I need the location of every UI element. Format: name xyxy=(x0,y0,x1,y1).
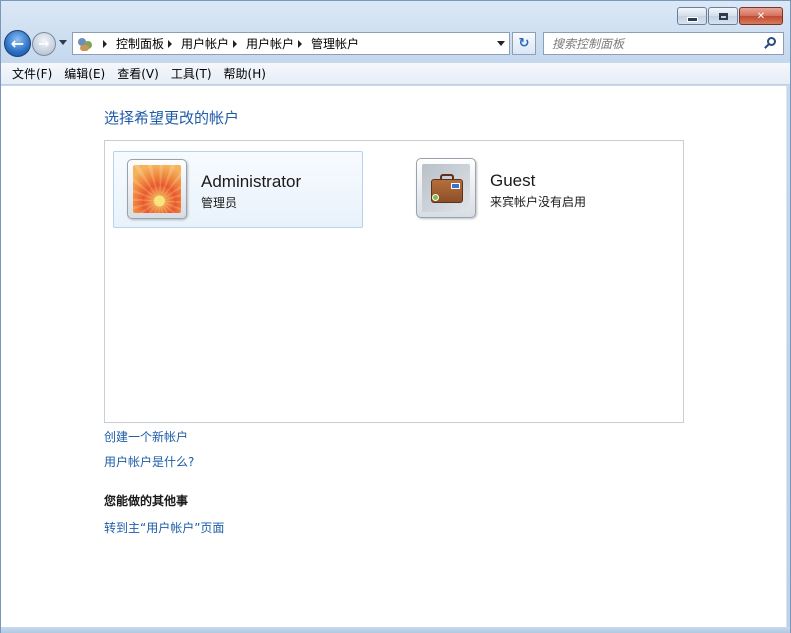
menu-view[interactable]: 查看(V) xyxy=(111,63,165,85)
breadcrumb-user-accounts-2[interactable]: 用户帐户 xyxy=(246,35,294,52)
forward-arrow-icon: → xyxy=(38,36,50,52)
breadcrumb-control-panel[interactable]: 控制面板 xyxy=(116,35,164,52)
address-dropdown-icon[interactable] xyxy=(497,41,505,46)
menu-edit[interactable]: 编辑(E) xyxy=(58,63,111,85)
breadcrumb-item[interactable]: 控制面板 xyxy=(99,35,164,52)
menu-bar: 文件(F) 编辑(E) 查看(V) 工具(T) 帮助(H) xyxy=(1,63,790,85)
maximize-button[interactable] xyxy=(708,7,738,25)
user-accounts-icon xyxy=(77,36,93,52)
account-picture xyxy=(127,159,187,219)
accounts-panel: Administrator 管理员 Guest 来宾帐户没有启用 xyxy=(104,140,684,423)
maximize-icon xyxy=(718,12,728,20)
main-user-accounts-link[interactable]: 转到主“用户帐户”页面 xyxy=(104,519,224,536)
search-input[interactable] xyxy=(552,36,752,51)
other-tasks-heading: 您能做的其他事 xyxy=(104,494,189,508)
back-arrow-icon: ← xyxy=(10,34,25,53)
close-button[interactable]: ✕ xyxy=(739,7,783,25)
breadcrumb-user-accounts[interactable]: 用户帐户 xyxy=(181,35,229,52)
menu-file[interactable]: 文件(F) xyxy=(6,63,58,85)
what-is-account-link[interactable]: 用户帐户是什么? xyxy=(104,453,194,470)
address-bar[interactable]: 控制面板 用户帐户 用户帐户 管理帐户 xyxy=(72,32,510,55)
refresh-button[interactable]: ↻ xyxy=(512,32,536,55)
menu-help[interactable]: 帮助(H) xyxy=(218,63,272,85)
account-role: 来宾帐户没有启用 xyxy=(490,195,587,209)
forward-button[interactable]: → xyxy=(32,32,56,56)
minimize-button[interactable] xyxy=(677,7,707,25)
search-icon[interactable] xyxy=(764,37,777,50)
account-tile-administrator[interactable]: Administrator 管理员 xyxy=(113,151,363,228)
back-button[interactable]: ← xyxy=(4,30,31,57)
window-bottom-border xyxy=(1,627,790,633)
breadcrumb-manage-accounts[interactable]: 管理帐户 xyxy=(311,35,359,52)
create-account-link[interactable]: 创建一个新帐户 xyxy=(104,428,188,445)
account-role: 管理员 xyxy=(201,196,238,210)
page-title: 选择希望更改的帐户 xyxy=(104,109,240,127)
search-box[interactable] xyxy=(543,32,784,55)
navigation-bar: ← → 控制面板 用户帐户 用户帐户 管理帐户 ↻ 搜索控制面板 xyxy=(1,29,790,59)
control-panel-window: ✕ ← → 控制面板 用户帐户 用户帐户 管理帐户 ↻ 搜索控制面板 文件(F)… xyxy=(0,0,791,633)
briefcase-picture-icon xyxy=(422,164,470,212)
minimize-icon xyxy=(686,16,698,22)
breadcrumb-item[interactable]: 管理帐户 xyxy=(294,35,359,52)
account-name: Administrator xyxy=(201,172,302,191)
caption-buttons: ✕ xyxy=(677,7,783,25)
account-name: Guest xyxy=(490,171,536,190)
breadcrumb-separator-icon[interactable] xyxy=(103,39,107,48)
menu-tools[interactable]: 工具(T) xyxy=(165,63,218,85)
breadcrumb-item[interactable]: 用户帐户 xyxy=(229,35,294,52)
close-icon: ✕ xyxy=(756,10,766,22)
content-area: 选择希望更改的帐户 Administrator 管理员 Guest 来宾帐户没有… xyxy=(1,86,787,627)
recent-pages-dropdown-icon[interactable] xyxy=(59,40,67,45)
refresh-icon: ↻ xyxy=(518,36,530,51)
breadcrumb-item[interactable]: 用户帐户 xyxy=(164,35,229,52)
account-tile-guest[interactable]: Guest 来宾帐户没有启用 xyxy=(403,151,653,228)
breadcrumb-separator-icon[interactable] xyxy=(168,39,173,48)
breadcrumb-separator-icon[interactable] xyxy=(298,39,303,48)
account-picture xyxy=(416,158,476,218)
breadcrumb-separator-icon[interactable] xyxy=(233,39,238,48)
flower-picture-icon xyxy=(133,165,181,213)
